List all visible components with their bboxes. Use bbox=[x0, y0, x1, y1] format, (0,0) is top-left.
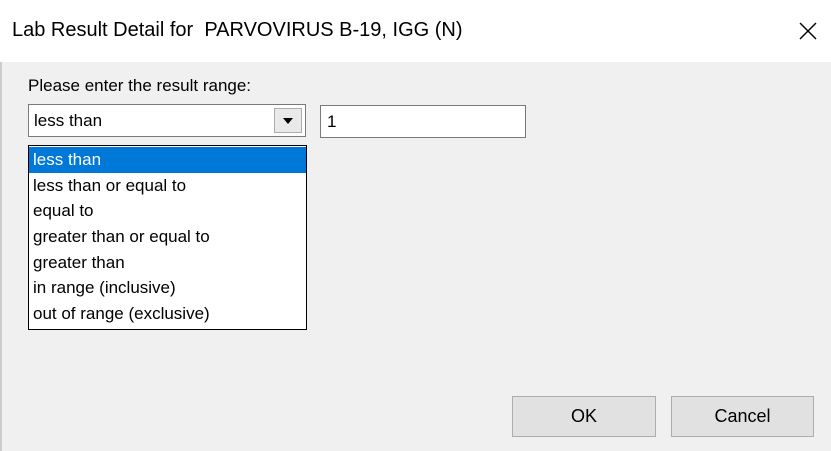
cancel-button[interactable]: Cancel bbox=[671, 396, 814, 437]
dropdown-option-equal-to[interactable]: equal to bbox=[29, 198, 306, 224]
window-edge bbox=[0, 62, 2, 451]
dropdown-option-greater-than-or-equal[interactable]: greater than or equal to bbox=[29, 224, 306, 250]
dropdown-option-in-range[interactable]: in range (inclusive) bbox=[29, 275, 306, 301]
dropdown-option-less-than-or-equal[interactable]: less than or equal to bbox=[29, 173, 306, 199]
operator-selected-value: less than bbox=[34, 111, 103, 130]
close-icon bbox=[799, 22, 817, 40]
lab-result-dialog: Lab Result Detail for PARVOVIRUS B-19, I… bbox=[0, 0, 831, 451]
close-button[interactable] bbox=[785, 0, 831, 62]
dropdown-option-greater-than[interactable]: greater than bbox=[29, 250, 306, 276]
result-value-input[interactable] bbox=[320, 105, 526, 138]
operator-select[interactable]: less than bbox=[28, 104, 306, 137]
operator-dropdown-list: less than less than or equal to equal to… bbox=[28, 145, 307, 330]
title-bar: Lab Result Detail for PARVOVIRUS B-19, I… bbox=[0, 0, 831, 62]
ok-button[interactable]: OK bbox=[512, 396, 656, 437]
window-title: Lab Result Detail for PARVOVIRUS B-19, I… bbox=[12, 19, 463, 41]
dropdown-option-less-than[interactable]: less than bbox=[29, 147, 306, 173]
dropdown-toggle-button[interactable] bbox=[274, 108, 302, 133]
result-range-prompt: Please enter the result range: bbox=[28, 76, 252, 95]
dropdown-option-out-of-range[interactable]: out of range (exclusive) bbox=[29, 301, 306, 327]
chevron-down-icon bbox=[283, 117, 293, 124]
